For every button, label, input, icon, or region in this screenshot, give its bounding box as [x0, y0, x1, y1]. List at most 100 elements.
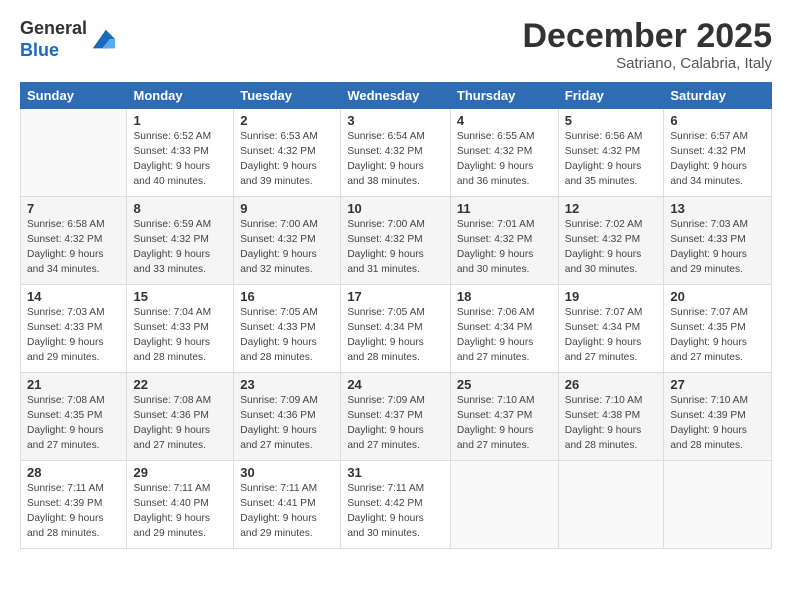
day-number: 21	[27, 377, 120, 392]
day-number: 13	[670, 201, 765, 216]
week-row-1: 1 Sunrise: 6:52 AMSunset: 4:33 PMDaylight…	[21, 109, 772, 197]
day-number: 5	[565, 113, 658, 128]
week-row-2: 7 Sunrise: 6:58 AMSunset: 4:32 PMDaylight…	[21, 197, 772, 285]
day-number: 16	[240, 289, 334, 304]
day-cell: 10 Sunrise: 7:00 AMSunset: 4:32 PMDayligh…	[341, 197, 451, 285]
day-number: 18	[457, 289, 552, 304]
day-number: 17	[347, 289, 444, 304]
day-cell: 15 Sunrise: 7:04 AMSunset: 4:33 PMDayligh…	[127, 285, 234, 373]
day-number: 30	[240, 465, 334, 480]
day-cell: 19 Sunrise: 7:07 AMSunset: 4:34 PMDayligh…	[558, 285, 664, 373]
calendar-header-row: SundayMondayTuesdayWednesdayThursdayFrid…	[21, 83, 772, 109]
day-info: Sunrise: 7:03 AMSunset: 4:33 PMDaylight:…	[670, 218, 765, 277]
day-info: Sunrise: 6:57 AMSunset: 4:32 PMDaylight:…	[670, 130, 765, 189]
day-number: 31	[347, 465, 444, 480]
day-info: Sunrise: 7:08 AMSunset: 4:35 PMDaylight:…	[27, 394, 120, 453]
day-info: Sunrise: 7:01 AMSunset: 4:32 PMDaylight:…	[457, 218, 552, 277]
day-info: Sunrise: 7:03 AMSunset: 4:33 PMDaylight:…	[27, 306, 120, 365]
day-cell: 9Sunrise: 7:00 AMSunset: 4:32 PMDaylight…	[234, 197, 341, 285]
day-info: Sunrise: 6:58 AMSunset: 4:32 PMDaylight:…	[27, 218, 120, 277]
day-number: 26	[565, 377, 658, 392]
day-cell: 1 Sunrise: 6:52 AMSunset: 4:33 PMDaylight…	[127, 109, 234, 197]
day-cell: 20Sunrise: 7:07 AMSunset: 4:35 PMDayligh…	[664, 285, 772, 373]
day-number: 28	[27, 465, 120, 480]
day-cell: 7 Sunrise: 6:58 AMSunset: 4:32 PMDaylight…	[21, 197, 127, 285]
day-info: Sunrise: 7:00 AMSunset: 4:32 PMDaylight:…	[347, 218, 444, 277]
day-cell: 13 Sunrise: 7:03 AMSunset: 4:33 PMDayligh…	[664, 197, 772, 285]
day-number: 11	[457, 201, 552, 216]
day-info: Sunrise: 7:04 AMSunset: 4:33 PMDaylight:…	[133, 306, 227, 365]
day-info: Sunrise: 7:00 AMSunset: 4:32 PMDaylight:…	[240, 218, 334, 277]
day-number: 7	[27, 201, 120, 216]
day-info: Sunrise: 7:11 AMSunset: 4:41 PMDaylight:…	[240, 482, 334, 541]
day-number: 27	[670, 377, 765, 392]
week-row-3: 14 Sunrise: 7:03 AMSunset: 4:33 PMDayligh…	[21, 285, 772, 373]
title-block: December 2025 Satriano, Calabria, Italy	[522, 18, 772, 72]
day-cell	[664, 461, 772, 549]
header: General Blue December 2025 Satriano, Cal…	[20, 18, 772, 72]
day-cell	[21, 109, 127, 197]
day-number: 1	[133, 113, 227, 128]
day-info: Sunrise: 6:56 AMSunset: 4:32 PMDaylight:…	[565, 130, 658, 189]
logo-icon	[89, 26, 117, 54]
day-info: Sunrise: 7:05 AMSunset: 4:33 PMDaylight:…	[240, 306, 334, 365]
day-cell: 17 Sunrise: 7:05 AMSunset: 4:34 PMDayligh…	[341, 285, 451, 373]
day-info: Sunrise: 7:05 AMSunset: 4:34 PMDaylight:…	[347, 306, 444, 365]
day-info: Sunrise: 6:54 AMSunset: 4:32 PMDaylight:…	[347, 130, 444, 189]
day-cell: 30 Sunrise: 7:11 AMSunset: 4:41 PMDayligh…	[234, 461, 341, 549]
day-cell: 2Sunrise: 6:53 AMSunset: 4:32 PMDaylight…	[234, 109, 341, 197]
logo-text-general: General	[20, 18, 87, 38]
day-cell: 27Sunrise: 7:10 AMSunset: 4:39 PMDayligh…	[664, 373, 772, 461]
calendar-table: SundayMondayTuesdayWednesdayThursdayFrid…	[20, 82, 772, 549]
day-info: Sunrise: 7:06 AMSunset: 4:34 PMDaylight:…	[457, 306, 552, 365]
location: Satriano, Calabria, Italy	[522, 55, 772, 72]
day-info: Sunrise: 7:02 AMSunset: 4:32 PMDaylight:…	[565, 218, 658, 277]
day-cell: 24Sunrise: 7:09 AMSunset: 4:37 PMDayligh…	[341, 373, 451, 461]
day-cell: 18 Sunrise: 7:06 AMSunset: 4:34 PMDayligh…	[450, 285, 558, 373]
day-number: 19	[565, 289, 658, 304]
page-container: General Blue December 2025 Satriano, Cal…	[0, 0, 792, 559]
day-info: Sunrise: 7:07 AMSunset: 4:34 PMDaylight:…	[565, 306, 658, 365]
day-info: Sunrise: 7:11 AMSunset: 4:42 PMDaylight:…	[347, 482, 444, 541]
day-cell: 11 Sunrise: 7:01 AMSunset: 4:32 PMDayligh…	[450, 197, 558, 285]
day-cell: 14 Sunrise: 7:03 AMSunset: 4:33 PMDayligh…	[21, 285, 127, 373]
day-cell	[558, 461, 664, 549]
day-number: 29	[133, 465, 227, 480]
day-cell: 6 Sunrise: 6:57 AMSunset: 4:32 PMDaylight…	[664, 109, 772, 197]
day-cell: 25 Sunrise: 7:10 AMSunset: 4:37 PMDayligh…	[450, 373, 558, 461]
day-cell: 28 Sunrise: 7:11 AMSunset: 4:39 PMDayligh…	[21, 461, 127, 549]
day-info: Sunrise: 6:55 AMSunset: 4:32 PMDaylight:…	[457, 130, 552, 189]
day-number: 14	[27, 289, 120, 304]
day-cell: 12Sunrise: 7:02 AMSunset: 4:32 PMDayligh…	[558, 197, 664, 285]
day-cell: 21 Sunrise: 7:08 AMSunset: 4:35 PMDayligh…	[21, 373, 127, 461]
col-header-saturday: Saturday	[664, 83, 772, 109]
day-number: 25	[457, 377, 552, 392]
day-info: Sunrise: 7:10 AMSunset: 4:38 PMDaylight:…	[565, 394, 658, 453]
day-cell: 23 Sunrise: 7:09 AMSunset: 4:36 PMDayligh…	[234, 373, 341, 461]
day-info: Sunrise: 7:11 AMSunset: 4:40 PMDaylight:…	[133, 482, 227, 541]
day-number: 6	[670, 113, 765, 128]
day-info: Sunrise: 7:07 AMSunset: 4:35 PMDaylight:…	[670, 306, 765, 365]
day-info: Sunrise: 6:52 AMSunset: 4:33 PMDaylight:…	[133, 130, 227, 189]
col-header-sunday: Sunday	[21, 83, 127, 109]
col-header-tuesday: Tuesday	[234, 83, 341, 109]
day-number: 2	[240, 113, 334, 128]
col-header-monday: Monday	[127, 83, 234, 109]
day-info: Sunrise: 7:09 AMSunset: 4:36 PMDaylight:…	[240, 394, 334, 453]
day-cell: 29 Sunrise: 7:11 AMSunset: 4:40 PMDayligh…	[127, 461, 234, 549]
col-header-wednesday: Wednesday	[341, 83, 451, 109]
day-cell: 26 Sunrise: 7:10 AMSunset: 4:38 PMDayligh…	[558, 373, 664, 461]
day-cell: 8Sunrise: 6:59 AMSunset: 4:32 PMDaylight…	[127, 197, 234, 285]
day-number: 8	[133, 201, 227, 216]
col-header-friday: Friday	[558, 83, 664, 109]
day-info: Sunrise: 7:11 AMSunset: 4:39 PMDaylight:…	[27, 482, 120, 541]
day-number: 15	[133, 289, 227, 304]
day-cell: 4Sunrise: 6:55 AMSunset: 4:32 PMDaylight…	[450, 109, 558, 197]
day-cell: 16 Sunrise: 7:05 AMSunset: 4:33 PMDayligh…	[234, 285, 341, 373]
day-number: 23	[240, 377, 334, 392]
day-cell: 5 Sunrise: 6:56 AMSunset: 4:32 PMDaylight…	[558, 109, 664, 197]
week-row-4: 21 Sunrise: 7:08 AMSunset: 4:35 PMDayligh…	[21, 373, 772, 461]
day-info: Sunrise: 7:10 AMSunset: 4:37 PMDaylight:…	[457, 394, 552, 453]
day-number: 10	[347, 201, 444, 216]
day-number: 22	[133, 377, 227, 392]
